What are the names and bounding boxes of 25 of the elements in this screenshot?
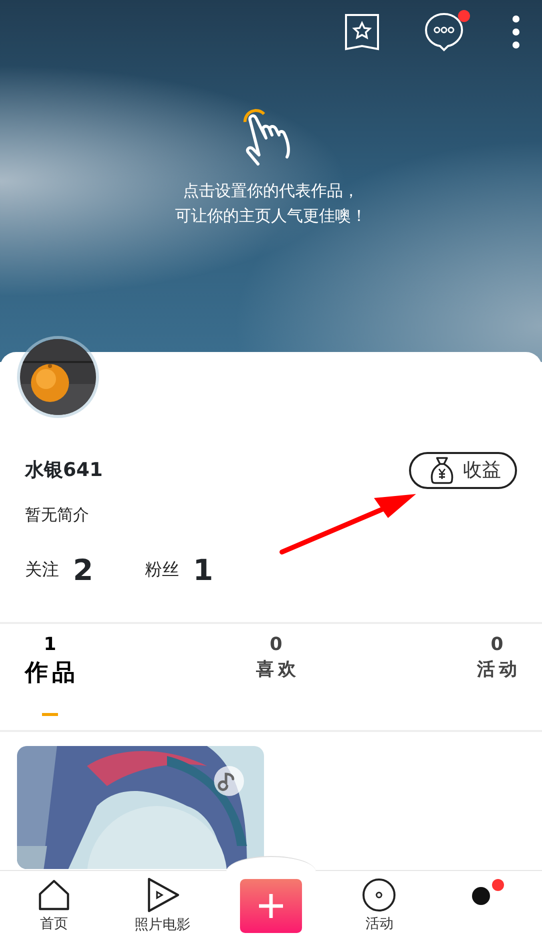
bio-text: 暂无简介 [25, 504, 90, 526]
hint-text: 点击设置你的代表作品， [182, 180, 360, 202]
home-icon [37, 878, 72, 912]
bookmark-star-icon[interactable] [344, 13, 380, 51]
disc-icon [362, 878, 396, 912]
stat-label: 关注 [25, 558, 59, 582]
nav-item[interactable]: 活动 [325, 871, 434, 941]
tab[interactable]: 1 作品 [25, 634, 75, 730]
tab[interactable]: 0 喜欢 [256, 634, 296, 730]
more-menu-icon[interactable] [512, 15, 520, 49]
earnings-button[interactable]: 收益 [409, 452, 517, 488]
nav-item[interactable]: 照片电影 [108, 871, 217, 941]
profile-icon[interactable] [472, 887, 490, 905]
user-name: 水银641 [25, 458, 103, 483]
stat-value: 1 [193, 552, 214, 588]
plus-icon [257, 892, 286, 920]
nav-item[interactable]: 首页 [0, 871, 108, 941]
message-icon[interactable] [424, 12, 468, 52]
tab[interactable]: 0 活动 [477, 634, 517, 730]
money-bag-icon [429, 456, 455, 484]
stat-value: 2 [73, 552, 94, 588]
hint-text: 可让你的主页人气更佳噢！ [175, 205, 367, 227]
stat-label: 粉丝 [145, 558, 179, 582]
play-icon [146, 876, 180, 912]
create-button[interactable] [240, 879, 302, 933]
